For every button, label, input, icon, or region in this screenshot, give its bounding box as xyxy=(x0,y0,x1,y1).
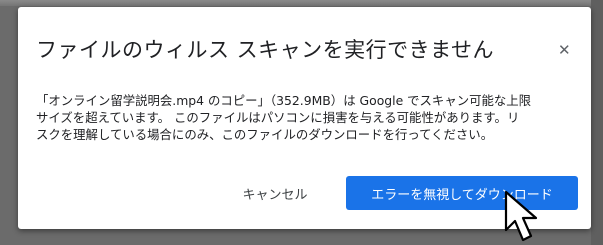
close-icon[interactable]: ✕ xyxy=(558,43,571,58)
cancel-button[interactable]: キャンセル xyxy=(227,176,323,210)
backdrop-edge xyxy=(591,0,603,245)
dialog-title: ファイルのウィルス スキャンを実行できません xyxy=(36,38,495,62)
mouse-pointer-icon xyxy=(504,190,538,242)
backdrop-overlay xyxy=(0,0,603,6)
dialog-message: 「オンライン留学説明会.mp4 のコピー」（352.9MB）は Google で… xyxy=(36,93,532,142)
